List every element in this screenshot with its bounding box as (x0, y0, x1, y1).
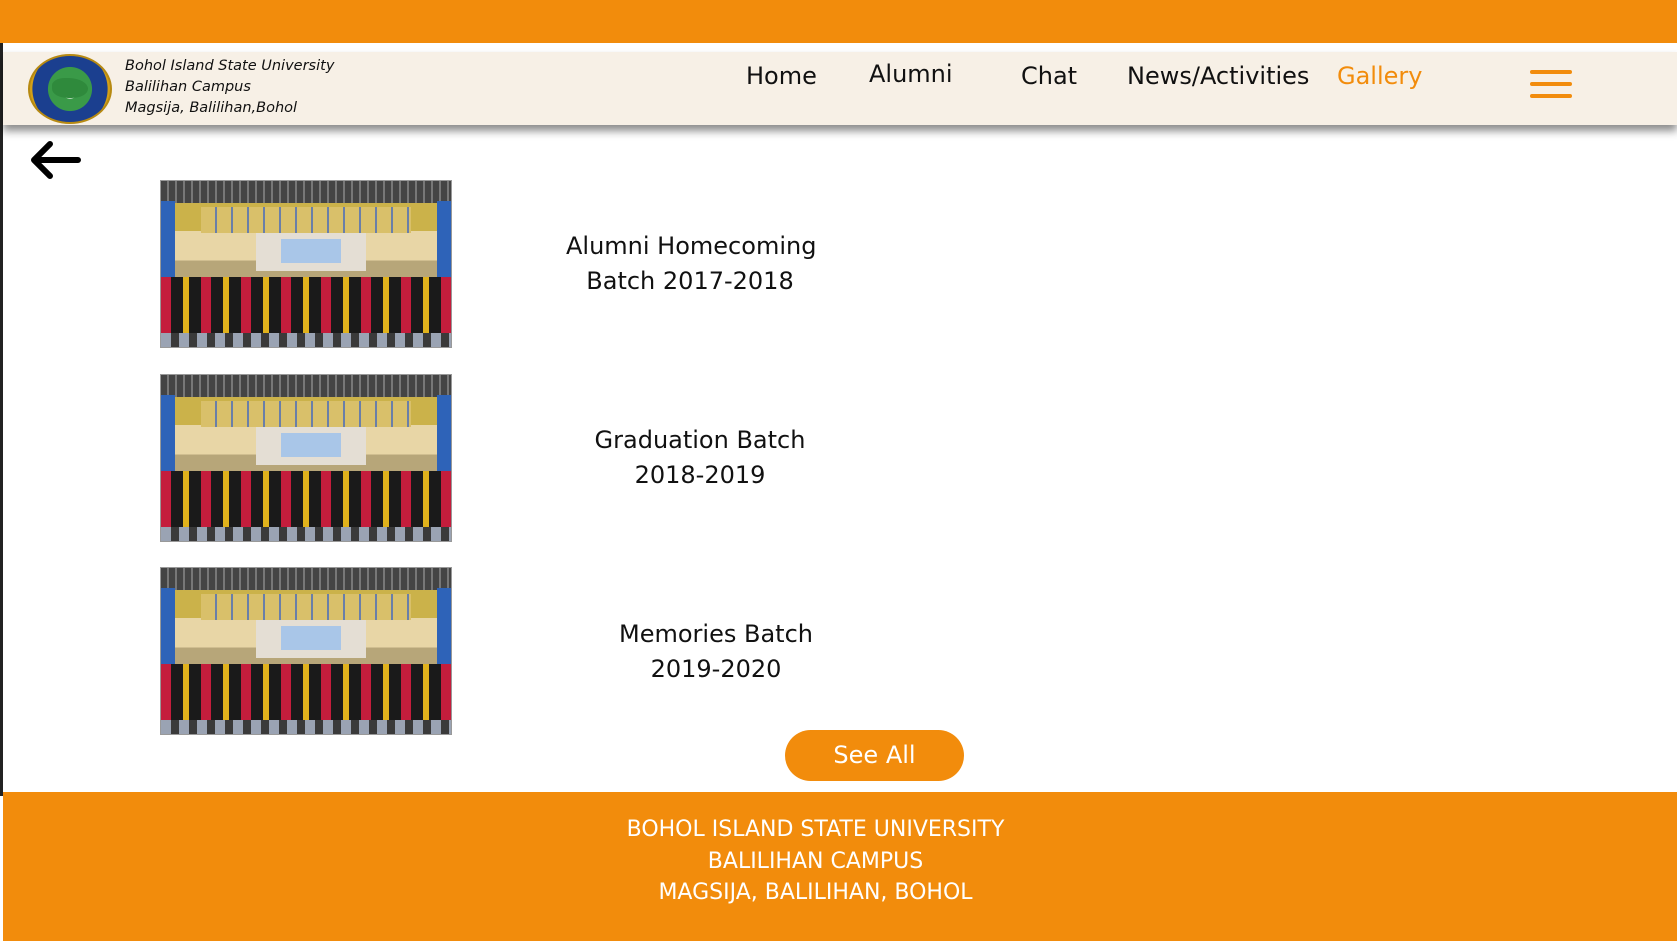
gallery-item-title[interactable]: Graduation Batch 2018-2019 (591, 423, 809, 493)
university-info: Bohol Island State University Balilihan … (125, 56, 334, 119)
hamburger-bar (1530, 82, 1572, 86)
gallery-item-title-line2: Batch 2017-2018 (586, 267, 794, 295)
graduation-photo (161, 375, 451, 541)
graduation-photo (161, 568, 451, 734)
gallery-item-title-line1: Graduation Batch (594, 426, 806, 454)
nav-home[interactable]: Home (746, 62, 817, 90)
gallery-item-title-line1: Memories Batch (619, 620, 813, 648)
window-left-edge (0, 43, 3, 796)
graduation-photo (161, 181, 451, 347)
footer-line-campus: BALILIHAN CAMPUS (707, 848, 924, 874)
campus-name: Balilihan Campus (125, 79, 251, 95)
top-accent-strip (0, 0, 1677, 43)
nav-alumni[interactable]: Alumni (869, 60, 953, 88)
campus-address: Magsija, Balilihan,Bohol (125, 100, 298, 116)
site-footer: BOHOL ISLAND STATE UNIVERSITY BALILIHAN … (3, 792, 1677, 941)
footer-line-university: BOHOL ISLAND STATE UNIVERSITY (626, 817, 1005, 842)
university-name: Bohol Island State University (125, 58, 335, 74)
nav-gallery[interactable]: Gallery (1337, 62, 1422, 90)
gallery-item-title[interactable]: Memories Batch 2019-2020 (617, 617, 815, 687)
gallery-item-title-line2: 2018-2019 (634, 461, 766, 489)
footer-address: BOHOL ISLAND STATE UNIVERSITY BALILIHAN … (3, 814, 1628, 909)
footer-line-address: MAGSIJA, BALILIHAN, BOHOL (658, 880, 973, 905)
gallery-item-title-line1: Alumni Homecoming (566, 232, 817, 260)
nav-news-activities[interactable]: News/Activities (1127, 62, 1309, 90)
hamburger-menu-icon[interactable] (1530, 68, 1574, 100)
hamburger-bar (1530, 70, 1572, 74)
nav-chat[interactable]: Chat (1021, 62, 1077, 90)
site-header: Bohol Island State University Balilihan … (3, 52, 1677, 125)
gallery-item-title[interactable]: Alumni Homecoming Batch 2017-2018 (566, 229, 817, 299)
see-all-button[interactable]: See All (785, 730, 964, 781)
gallery-thumbnail[interactable] (160, 180, 452, 348)
gallery-thumbnail[interactable] (160, 374, 452, 542)
gallery-item-title-line2: 2019-2020 (650, 655, 782, 683)
hamburger-bar (1530, 94, 1572, 98)
gallery-thumbnail[interactable] (160, 567, 452, 735)
university-seal-icon[interactable] (28, 54, 112, 124)
seal-island-shape (52, 78, 88, 98)
arrow-left-icon[interactable] (30, 138, 82, 182)
